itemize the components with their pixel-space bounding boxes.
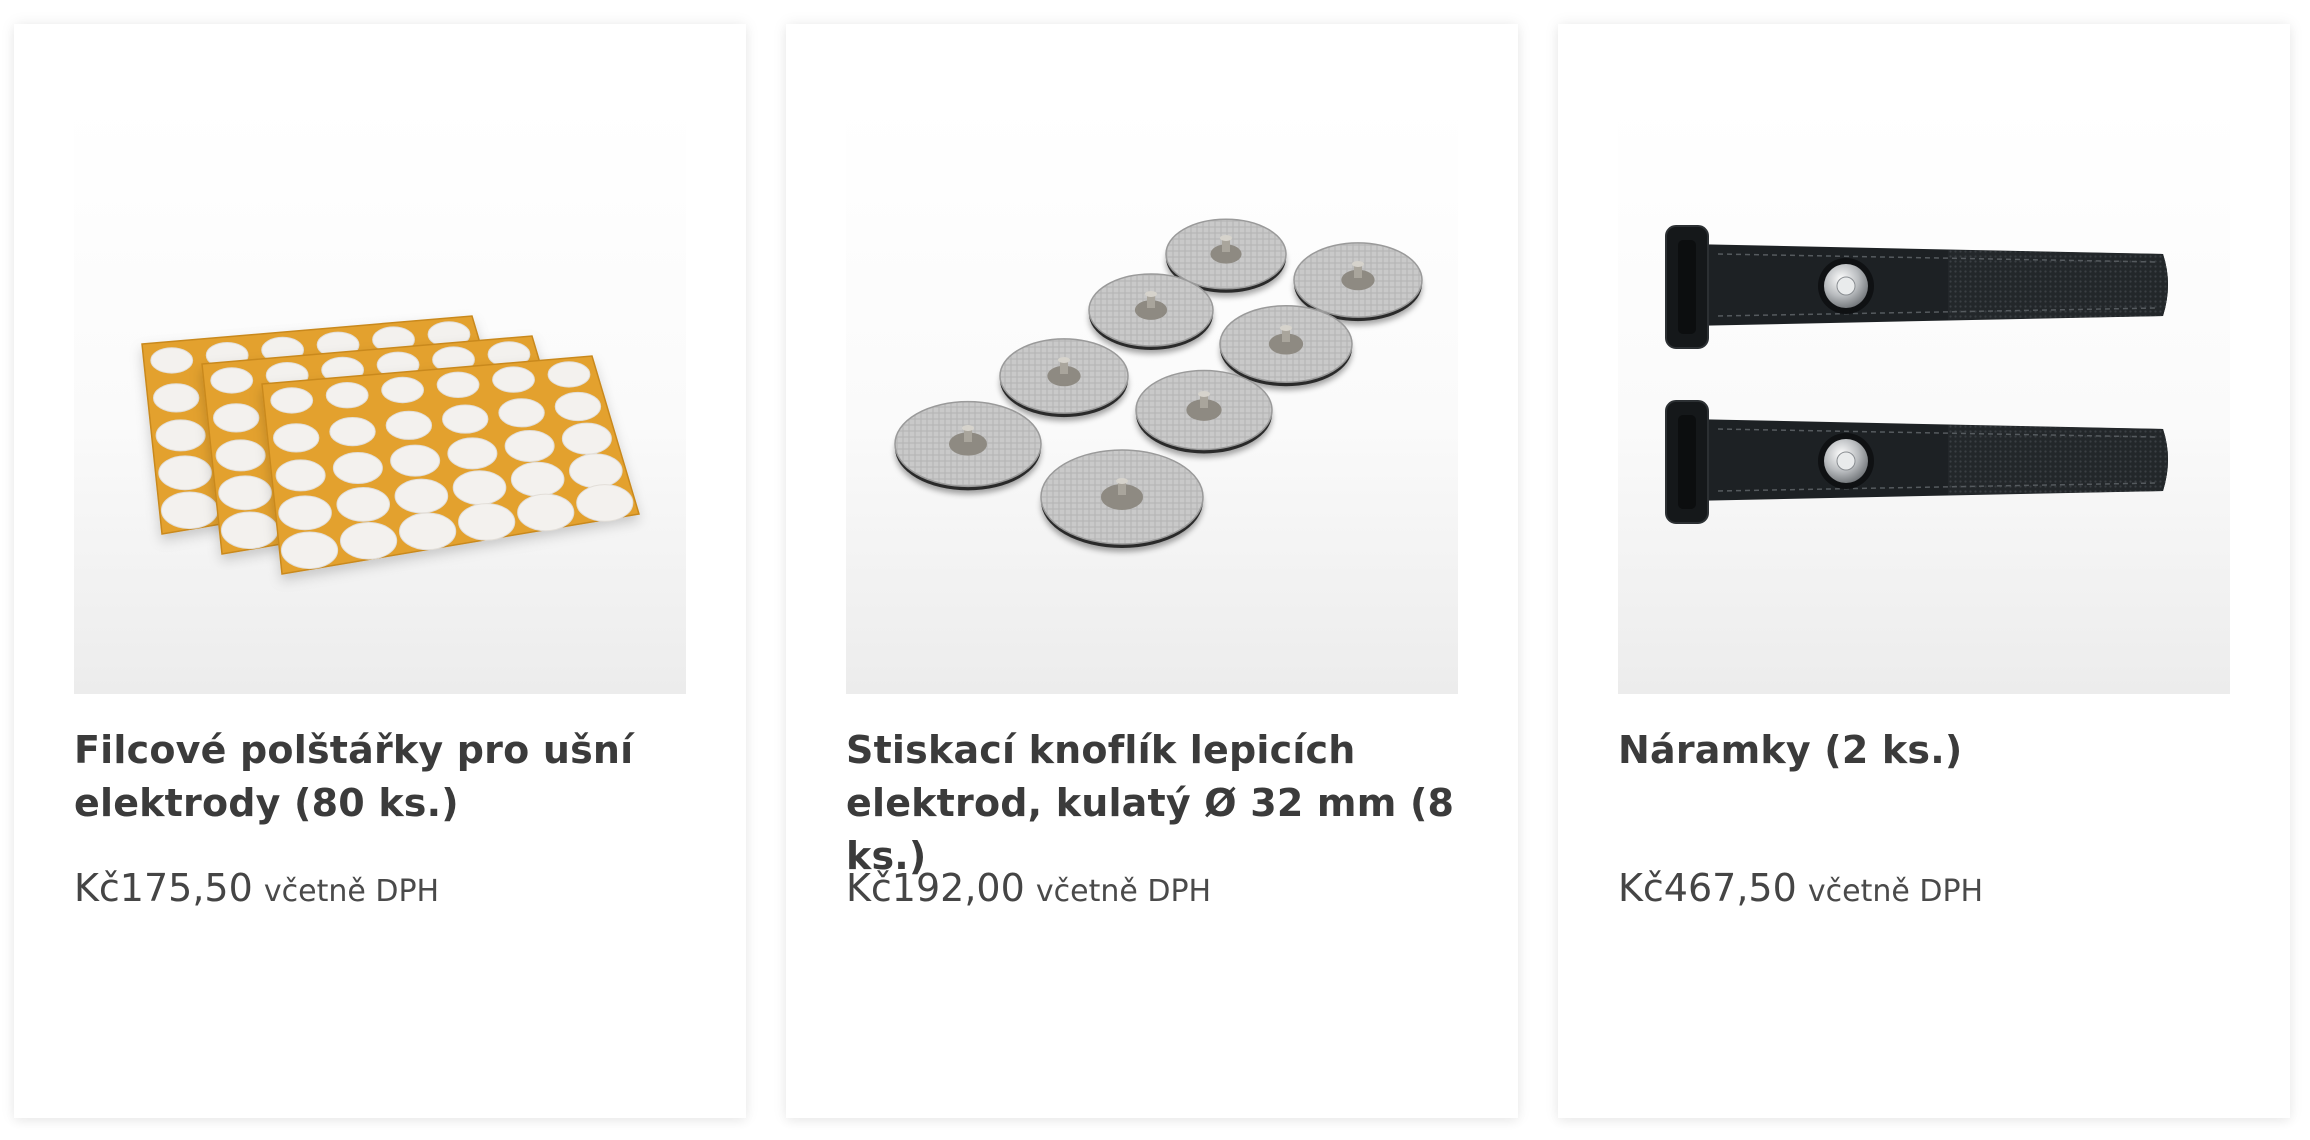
product-image-snap-electrodes[interactable] — [846, 104, 1458, 694]
product-price: Kč175,50 — [74, 866, 253, 910]
product-price: Kč192,00 — [846, 866, 1025, 910]
product-card-wristbands[interactable]: Náramky (2 ks.) Kč467,50 včetně DPH — [1558, 24, 2290, 1118]
product-price: Kč467,50 — [1618, 866, 1797, 910]
product-title[interactable]: Filcové polštářky pro ušní elektrody (80… — [74, 724, 704, 830]
product-image-wristbands[interactable] — [1618, 104, 2230, 694]
product-grid: Filcové polštářky pro ušní elektrody (80… — [0, 0, 2310, 1140]
electrode-pad — [1040, 449, 1204, 548]
vat-note: včetně DPH — [263, 874, 440, 909]
felt-sheet — [261, 355, 640, 575]
wristband-strap — [1665, 225, 2168, 349]
product-card-snap-electrodes[interactable]: Stiskací knoflík lepicích elektrod, kula… — [786, 24, 1518, 1118]
electrode-pad — [894, 400, 1042, 491]
product-image-felt-pads[interactable] — [74, 104, 686, 694]
product-card-felt-pads[interactable]: Filcové polštářky pro ušní elektrody (80… — [14, 24, 746, 1118]
price-row: Kč192,00 včetně DPH — [846, 866, 1211, 910]
product-title[interactable]: Stiskací knoflík lepicích elektrod, kula… — [846, 724, 1476, 883]
electrode-pad — [1088, 273, 1214, 350]
vat-note: včetně DPH — [1807, 874, 1984, 909]
price-row: Kč175,50 včetně DPH — [74, 866, 439, 910]
electrode-pad — [999, 338, 1129, 418]
electrode-pad — [1219, 304, 1353, 387]
wristband-strap — [1665, 400, 2168, 524]
electrode-pad — [1135, 369, 1273, 454]
price-row: Kč467,50 včetně DPH — [1618, 866, 1983, 910]
product-title[interactable]: Náramky (2 ks.) — [1618, 724, 2248, 777]
vat-note: včetně DPH — [1035, 874, 1212, 909]
